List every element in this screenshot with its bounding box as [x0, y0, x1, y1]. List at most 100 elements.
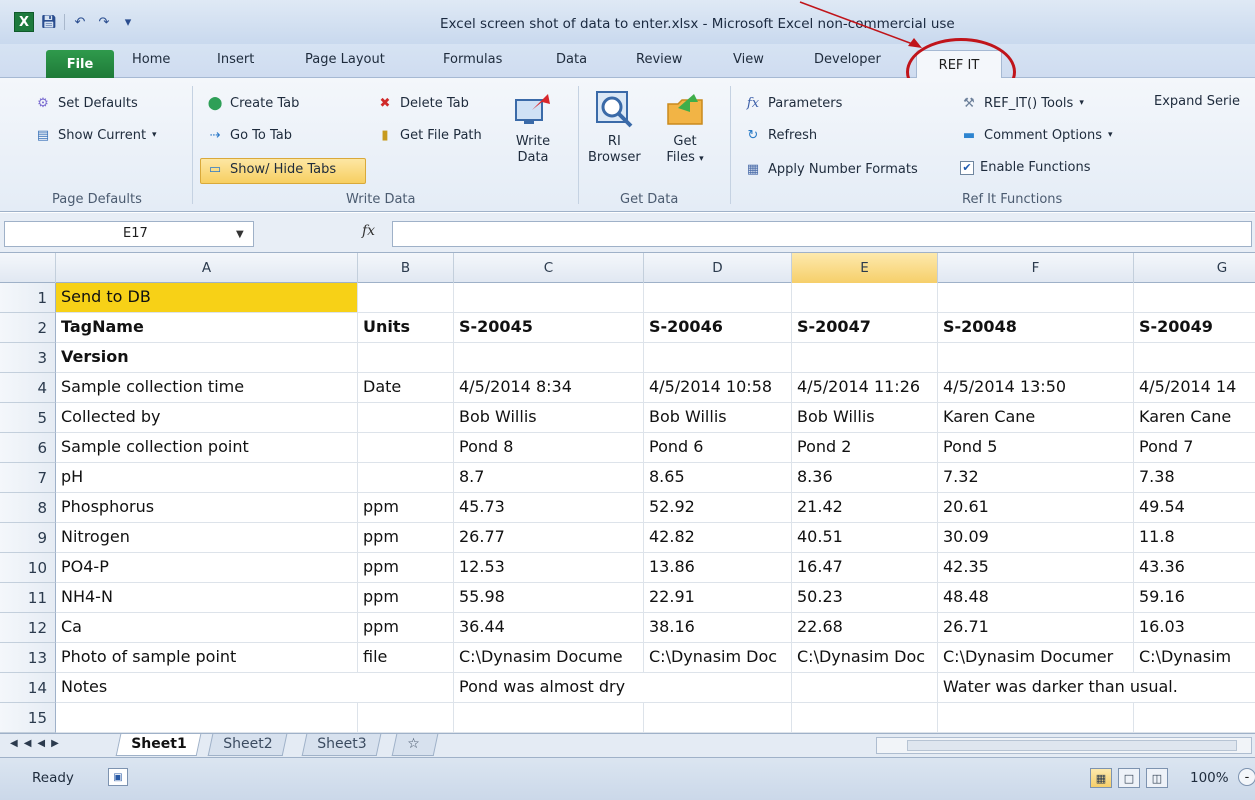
- formula-input[interactable]: [392, 221, 1252, 247]
- cell-f9[interactable]: 30.09: [938, 523, 1134, 553]
- show-current-button[interactable]: ▤ Show Current ▾: [34, 126, 157, 144]
- cell-g4[interactable]: 4/5/2014 14: [1134, 373, 1255, 403]
- cell-g9[interactable]: 11.8: [1134, 523, 1255, 553]
- checkbox-checked-icon[interactable]: ✔: [960, 160, 974, 175]
- cell-g15[interactable]: [1134, 703, 1255, 733]
- cell-f7[interactable]: 7.32: [938, 463, 1134, 493]
- refresh-button[interactable]: ↻ Refresh: [744, 126, 818, 144]
- apply-number-formats-button[interactable]: ▦ Apply Number Formats: [744, 160, 918, 178]
- cell-g8[interactable]: 49.54: [1134, 493, 1255, 523]
- cell-d9[interactable]: 42.82: [644, 523, 792, 553]
- cell-f5[interactable]: Karen Cane: [938, 403, 1134, 433]
- cell-c15[interactable]: [454, 703, 644, 733]
- get-file-path-button[interactable]: ▮ Get File Path: [376, 126, 481, 144]
- cell-g3[interactable]: [1134, 343, 1255, 373]
- column-header-g[interactable]: G: [1134, 253, 1255, 283]
- cell-e2[interactable]: S-20047: [792, 313, 938, 343]
- cell-g2[interactable]: S-20049: [1134, 313, 1255, 343]
- cell-e13[interactable]: C:\Dynasim Doc: [792, 643, 938, 673]
- go-to-tab-button[interactable]: ⇢ Go To Tab: [206, 126, 292, 144]
- cell-g10[interactable]: 43.36: [1134, 553, 1255, 583]
- tab-insert[interactable]: Insert: [217, 52, 254, 67]
- cell-f1[interactable]: [938, 283, 1134, 313]
- cell-f13[interactable]: C:\Dynasim Documer: [938, 643, 1134, 673]
- cell-a13[interactable]: Photo of sample point: [56, 643, 358, 673]
- cell-f4[interactable]: 4/5/2014 13:50: [938, 373, 1134, 403]
- cell-e3[interactable]: [792, 343, 938, 373]
- record-macro-icon[interactable]: ▣: [108, 768, 128, 786]
- create-tab-button[interactable]: ⬤ Create Tab: [206, 94, 300, 112]
- cell-e8[interactable]: 21.42: [792, 493, 938, 523]
- cell-b2[interactable]: Units: [358, 313, 454, 343]
- cell-d11[interactable]: 22.91: [644, 583, 792, 613]
- cell-d7[interactable]: 8.65: [644, 463, 792, 493]
- cell-a10[interactable]: PO4-P: [56, 553, 358, 583]
- enable-functions-toggle[interactable]: ✔ Enable Functions: [960, 160, 1090, 175]
- cell-g1[interactable]: [1134, 283, 1255, 313]
- column-header-b[interactable]: B: [358, 253, 454, 283]
- cell-b9[interactable]: ppm: [358, 523, 454, 553]
- zoom-out-button[interactable]: -: [1238, 768, 1255, 786]
- cell-a5[interactable]: Collected by: [56, 403, 358, 433]
- cell-f8[interactable]: 20.61: [938, 493, 1134, 523]
- tab-page-layout[interactable]: Page Layout: [305, 52, 385, 67]
- set-defaults-button[interactable]: ⚙ Set Defaults: [34, 94, 138, 112]
- cell-c11[interactable]: 55.98: [454, 583, 644, 613]
- cell-d8[interactable]: 52.92: [644, 493, 792, 523]
- cell-e5[interactable]: Bob Willis: [792, 403, 938, 433]
- cell-c5[interactable]: Bob Willis: [454, 403, 644, 433]
- get-files-button[interactable]: Get Files ▾: [664, 88, 706, 167]
- cell-a15[interactable]: [56, 703, 358, 733]
- cell-a12[interactable]: Ca: [56, 613, 358, 643]
- row-header[interactable]: 1: [0, 283, 56, 313]
- horizontal-scrollbar[interactable]: [876, 737, 1252, 754]
- zoom-level[interactable]: 100%: [1190, 770, 1229, 786]
- select-all-corner[interactable]: [0, 253, 56, 283]
- cell-d5[interactable]: Bob Willis: [644, 403, 792, 433]
- sheet-tab-sheet1[interactable]: Sheet1: [115, 734, 202, 756]
- cell-f15[interactable]: [938, 703, 1134, 733]
- name-box[interactable]: E17: [4, 221, 254, 247]
- cell-f14[interactable]: Water was darker than usual.: [938, 673, 1178, 703]
- row-header[interactable]: 11: [0, 583, 56, 613]
- redo-icon[interactable]: ↷: [95, 13, 113, 31]
- cell-b15[interactable]: [358, 703, 454, 733]
- cell-f3[interactable]: [938, 343, 1134, 373]
- cell-d10[interactable]: 13.86: [644, 553, 792, 583]
- row-header[interactable]: 10: [0, 553, 56, 583]
- cell-d2[interactable]: S-20046: [644, 313, 792, 343]
- cell-d4[interactable]: 4/5/2014 10:58: [644, 373, 792, 403]
- row-header[interactable]: 6: [0, 433, 56, 463]
- cell-b7[interactable]: [358, 463, 454, 493]
- cell-a8[interactable]: Phosphorus: [56, 493, 358, 523]
- delete-tab-button[interactable]: ✖ Delete Tab: [376, 94, 469, 112]
- cell-g12[interactable]: 16.03: [1134, 613, 1255, 643]
- chevron-down-icon[interactable]: ▼: [236, 229, 244, 240]
- cell-g7[interactable]: 7.38: [1134, 463, 1255, 493]
- cell-d14[interactable]: [644, 673, 792, 703]
- insert-sheet-button[interactable]: ☆: [391, 734, 439, 756]
- parameters-button[interactable]: fx Parameters: [744, 94, 843, 112]
- column-header-f[interactable]: F: [938, 253, 1134, 283]
- cell-a6[interactable]: Sample collection point: [56, 433, 358, 463]
- column-header-e[interactable]: E: [792, 253, 938, 283]
- sheet-nav-arrows-icon[interactable]: ◀◀◀▶: [10, 738, 65, 749]
- row-header[interactable]: 15: [0, 703, 56, 733]
- cell-a2[interactable]: TagName: [56, 313, 358, 343]
- cell-e7[interactable]: 8.36: [792, 463, 938, 493]
- cell-f6[interactable]: Pond 5: [938, 433, 1134, 463]
- cell-d3[interactable]: [644, 343, 792, 373]
- expand-series-button[interactable]: Expand Serie: [1154, 94, 1240, 109]
- sheet-tab-sheet3[interactable]: Sheet3: [301, 734, 382, 756]
- cell-g11[interactable]: 59.16: [1134, 583, 1255, 613]
- row-header[interactable]: 14: [0, 673, 56, 703]
- cell-b8[interactable]: ppm: [358, 493, 454, 523]
- cell-g13[interactable]: C:\Dynasim: [1134, 643, 1255, 673]
- cell-b4[interactable]: Date: [358, 373, 454, 403]
- ri-browser-button[interactable]: RI Browser: [588, 88, 641, 166]
- page-layout-view-icon[interactable]: □: [1118, 768, 1140, 788]
- cell-c2[interactable]: S-20045: [454, 313, 644, 343]
- cell-b13[interactable]: file: [358, 643, 454, 673]
- cell-g5[interactable]: Karen Cane: [1134, 403, 1255, 433]
- cell-a4[interactable]: Sample collection time: [56, 373, 358, 403]
